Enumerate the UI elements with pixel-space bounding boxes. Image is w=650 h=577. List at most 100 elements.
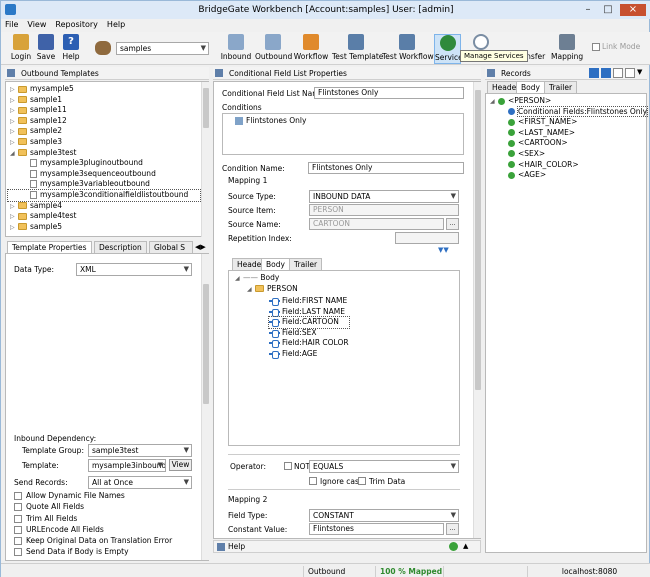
menu-repository[interactable]: Repository: [55, 20, 98, 32]
vertical-scrollbar[interactable]: [473, 82, 481, 538]
not-checkbox[interactable]: [284, 462, 292, 470]
workflow-button[interactable]: Workflow: [293, 34, 329, 64]
template-folder[interactable]: ▷ sample4: [8, 201, 200, 212]
help-button[interactable]: ? Help: [60, 34, 82, 64]
template-folder[interactable]: ▷ sample11: [8, 105, 200, 116]
ignore-case-label: Ignore case: [320, 477, 364, 486]
test-template-button[interactable]: Test Template: [332, 34, 383, 64]
constant-value-input[interactable]: Flintstones: [309, 523, 444, 535]
field-type-label: Field Type:: [228, 511, 268, 520]
trim-data-checkbox[interactable]: [358, 477, 366, 485]
record-field[interactable]: <SEX>: [490, 149, 647, 160]
add-icon[interactable]: [449, 542, 458, 551]
records-tab-body[interactable]: Body: [516, 81, 545, 93]
divider: [228, 454, 460, 455]
template-item[interactable]: mysample3variableoutbound: [8, 179, 200, 190]
data-type-select[interactable]: XML ▼: [76, 263, 192, 276]
file-icon: [30, 180, 37, 189]
login-button[interactable]: Login: [9, 34, 33, 64]
zoom-icon[interactable]: [601, 68, 611, 78]
expand-icon[interactable]: ▷: [10, 223, 18, 234]
tab-scroll-arrows[interactable]: ◀▶: [195, 243, 206, 251]
tree-folder-person[interactable]: ◢ PERSON: [247, 284, 477, 295]
option-checkbox[interactable]: [14, 548, 22, 557]
option-checkbox[interactable]: [14, 514, 22, 523]
status-bar: Outbound 100 % Mapped localhost:8080: [1, 563, 650, 577]
field-item[interactable]: Field:LAST NAME: [269, 307, 349, 318]
menu-help[interactable]: Help: [107, 20, 125, 32]
save-button[interactable]: Save: [35, 34, 57, 64]
template-folder[interactable]: ▷ sample2: [8, 126, 200, 137]
source-type-select[interactable]: INBOUND DATA ▼: [309, 190, 459, 203]
template-folder[interactable]: ▷ sample4test: [8, 211, 200, 222]
record-field[interactable]: Conditional Fields:Flintstones Only: [490, 105, 649, 118]
record-field[interactable]: <FIRST_NAME>: [490, 117, 647, 128]
tab-global-settings[interactable]: Global S: [149, 241, 193, 253]
tab-template-properties[interactable]: Template Properties: [7, 241, 92, 253]
tab-trailer[interactable]: Trailer: [289, 258, 323, 270]
records-tab-trailer[interactable]: Trailer: [544, 81, 578, 93]
expand-arrow-icon[interactable]: ▲: [463, 542, 468, 550]
test-workflow-button[interactable]: Test Workflow: [382, 34, 434, 64]
vertical-scrollbar[interactable]: [201, 82, 209, 237]
field-type-select[interactable]: CONSTANT ▼: [309, 509, 459, 522]
collapse-icon[interactable]: ▼▼: [438, 246, 449, 254]
record-field[interactable]: <AGE>: [490, 170, 647, 181]
tree-root-body[interactable]: ◢ —— Body: [235, 273, 465, 284]
cfl-name-input[interactable]: Flintstones Only: [314, 87, 464, 99]
minimize-button[interactable]: –: [579, 4, 597, 16]
field-item[interactable]: Field:HAIR COLOR: [269, 338, 349, 349]
inbound-button[interactable]: Inbound: [219, 34, 253, 64]
template-group-select[interactable]: sample3test ▼: [88, 444, 192, 457]
send-records-select[interactable]: All at Once ▼: [88, 476, 192, 489]
template-folder[interactable]: ▷ sample3: [8, 137, 200, 148]
search-icon[interactable]: [589, 68, 599, 78]
record-field[interactable]: <CARTOON>: [490, 138, 647, 149]
template-item[interactable]: mysample3sequenceoutbound: [8, 169, 200, 180]
template-folder[interactable]: ▷ mysample5: [8, 84, 200, 95]
menu-file[interactable]: File: [5, 20, 18, 32]
source-name-browse-button[interactable]: ...: [446, 218, 459, 230]
constant-browse-button[interactable]: ...: [446, 523, 459, 535]
field-icon: [269, 308, 280, 317]
template-select[interactable]: mysample3inbound ▼: [88, 459, 166, 472]
template-folder[interactable]: ▷ sample12: [8, 116, 200, 127]
condition-name-input[interactable]: Flintstones Only: [308, 162, 464, 174]
file-icon: [30, 169, 37, 178]
tab-body[interactable]: Body: [261, 258, 290, 270]
option-checkbox[interactable]: [14, 503, 22, 512]
view-button[interactable]: View: [169, 459, 192, 471]
ignore-case-checkbox[interactable]: [309, 477, 317, 485]
option-checkbox[interactable]: [14, 537, 22, 546]
condition-item[interactable]: Flintstones Only: [235, 116, 306, 125]
record-root[interactable]: ◢ <PERSON>: [490, 96, 647, 107]
record-field[interactable]: <HAIR_COLOR>: [490, 160, 647, 171]
field-item[interactable]: Field:CARTOON: [268, 316, 350, 329]
close-button[interactable]: ×: [620, 4, 646, 16]
option-checkbox[interactable]: [14, 525, 22, 534]
template-folder[interactable]: ▷ sample5: [8, 222, 200, 233]
maximize-button[interactable]: □: [599, 4, 617, 16]
vertical-scrollbar[interactable]: [201, 254, 209, 560]
collapse-all-icon[interactable]: [613, 68, 623, 78]
mapping-icon: [559, 34, 575, 50]
record-field[interactable]: <LAST_NAME>: [490, 128, 647, 139]
option-checkbox[interactable]: [14, 492, 22, 500]
template-folder[interactable]: ▷ sample1: [8, 95, 200, 106]
service-button[interactable]: Service: [434, 34, 463, 64]
menu-view[interactable]: View: [27, 20, 46, 32]
field-item[interactable]: Field:FIRST NAME: [269, 296, 349, 307]
link-mode-checkbox[interactable]: [592, 43, 600, 51]
outbound-button[interactable]: Outbound: [255, 34, 292, 64]
template-item[interactable]: mysample3pluginoutbound: [8, 158, 200, 169]
field-item[interactable]: Field:SEX: [269, 328, 349, 339]
operator-select[interactable]: EQUALS ▼: [309, 460, 459, 473]
panel-menu-icon[interactable]: ▼: [637, 68, 642, 76]
field-item[interactable]: Field:AGE: [269, 349, 349, 360]
template-folder[interactable]: ◢ sample3test: [8, 148, 200, 159]
expand-all-icon[interactable]: [625, 68, 635, 78]
account-select[interactable]: samples ▼: [116, 42, 209, 55]
template-item[interactable]: mysample3conditionalfieldlistoutbound: [7, 188, 201, 202]
mapping-button[interactable]: Mapping: [551, 34, 583, 64]
tab-description[interactable]: Description: [94, 241, 147, 253]
